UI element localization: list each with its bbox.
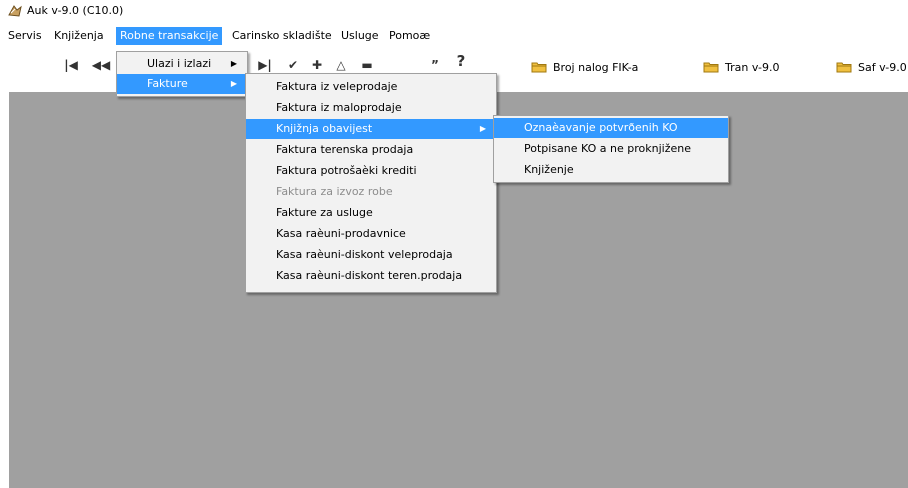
menu-item-fakture[interactable]: Fakture ▶ [117,74,247,94]
folder-icon [531,62,547,73]
menu-item-ulazi-i-izlazi[interactable]: Ulazi i izlazi ▶ [117,54,247,74]
menu-item-label: Knjiženje [524,163,574,176]
menu-item-faktura-maloprodaja[interactable]: Faktura iz maloprodaje [246,98,496,118]
quote-icon[interactable]: ” [424,56,446,74]
menu-item-label: Ulazi i izlazi [147,57,212,70]
menu-item-faktura-izvoz: Faktura za izvoz robe [246,182,496,202]
menu-item-knjizenje[interactable]: Knjiženje [494,160,728,180]
menu-item-fakture-usluge[interactable]: Fakture za usluge [246,203,496,223]
plus-icon[interactable]: ✚ [306,56,328,74]
menu-item-label: Faktura za izvoz robe [276,185,393,198]
menu-item-label: Faktura potrošaèki krediti [276,164,417,177]
previous-record-icon[interactable]: ◀◀ [90,56,112,74]
menu-item-faktura-terenska[interactable]: Faktura terenska prodaja [246,140,496,160]
submenu-arrow-icon: ▶ [230,59,237,68]
menu-item-label: Faktura iz maloprodaje [276,101,402,114]
menu-item-label: Kasa raèuni-prodavnice [276,227,406,240]
menu-item-label: Faktura terenska prodaja [276,143,414,156]
broj-nalog-fik-label: Broj nalog FIK-a [553,61,639,74]
folder-icon [703,62,719,73]
menu-bar: Servis Knjiženja Robne transakcije Carin… [0,27,908,45]
saf-label: Saf v-9.0 [858,61,907,74]
menu-item-kasa-diskont-veleprodaja[interactable]: Kasa raèuni-diskont veleprodaja [246,245,496,265]
window-title: Auk v-9.0 (C10.0) [27,4,124,17]
menu-knjizenja[interactable]: Knjiženja [50,27,108,45]
menu-item-label: Potpisane KO a ne proknjižene [524,142,691,155]
help-icon[interactable]: ? [450,52,472,70]
folder-icon [836,62,852,73]
menu-item-label: Oznaèavanje potvrðenih KO [524,121,678,134]
menu-pomoc[interactable]: Pomoæ [385,27,434,45]
last-record-icon[interactable]: ▶| [254,56,276,74]
knjiznja-obavijest-menu: Oznaèavanje potvrðenih KO Potpisane KO a… [493,115,729,183]
menu-item-kasa-diskont-teren[interactable]: Kasa raèuni-diskont teren.prodaja [246,266,496,286]
menu-item-faktura-potrosacki[interactable]: Faktura potrošaèki krediti [246,161,496,181]
menu-item-label: Fakture za usluge [276,206,373,219]
menu-servis[interactable]: Servis [4,27,46,45]
menu-item-label: Faktura iz veleprodaje [276,80,398,93]
menu-usluge[interactable]: Usluge [337,27,383,45]
menu-item-kasa-prodavnice[interactable]: Kasa raèuni-prodavnice [246,224,496,244]
menu-item-label: Fakture [147,77,188,90]
saf-button[interactable]: Saf v-9.0 [836,60,907,76]
check-icon[interactable]: ✔ [282,56,304,74]
title-bar: Auk v-9.0 (C10.0) [0,0,908,22]
tran-button[interactable]: Tran v-9.0 [703,60,780,76]
menu-item-label: Kasa raèuni-diskont teren.prodaja [276,269,463,282]
minus-icon[interactable]: ▬ [356,56,378,74]
menu-item-potpisane-ko[interactable]: Potpisane KO a ne proknjižene [494,139,728,159]
menu-carinsko-skladiste[interactable]: Carinsko skladište [228,27,336,45]
submenu-arrow-icon: ▶ [230,79,237,88]
menu-item-knjiznja-obavijest[interactable]: Knjižnja obavijest ▶ [246,119,496,139]
menu-item-faktura-veleprodaja[interactable]: Faktura iz veleprodaje [246,77,496,97]
first-record-icon[interactable]: |◀ [60,56,82,74]
app-icon [8,5,22,17]
menu-item-oznacavanje-ko[interactable]: Oznaèavanje potvrðenih KO [494,118,728,138]
submenu-arrow-icon: ▶ [479,124,486,133]
menu-robne-transakcije[interactable]: Robne transakcije [116,27,223,45]
fakture-menu: Faktura iz veleprodaje Faktura iz malopr… [245,73,497,293]
menu-item-label: Knjižnja obavijest [276,122,373,135]
robne-transakcije-menu: Ulazi i izlazi ▶ Fakture ▶ [116,51,248,97]
triangle-icon[interactable]: △ [330,56,352,74]
tran-label: Tran v-9.0 [725,61,780,74]
menu-item-label: Kasa raèuni-diskont veleprodaja [276,248,453,261]
broj-nalog-fik-button[interactable]: Broj nalog FIK-a [531,60,638,76]
